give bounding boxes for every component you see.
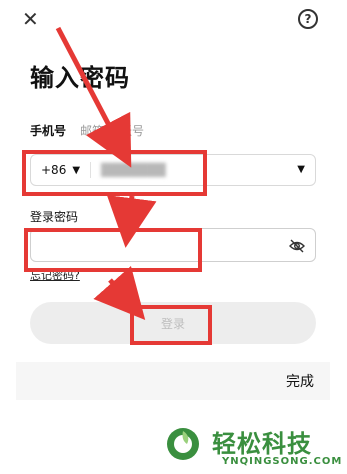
login-method-tabs: 手机号 邮箱/子账号: [30, 122, 144, 139]
watermark-domain: YNQINGSONG.COM: [222, 456, 343, 467]
brand-logo-icon: [167, 428, 199, 460]
password-label: 登录密码: [30, 210, 79, 224]
arrow-to-password: [106, 195, 157, 248]
done-button[interactable]: 完成: [286, 371, 314, 391]
annotation-box-phone: [22, 150, 207, 196]
watermark-brand: 轻松科技: [212, 430, 312, 458]
tab-phone[interactable]: 手机号: [30, 122, 66, 139]
eye-off-icon[interactable]: [289, 238, 305, 254]
keyboard-toolbar: 完成: [16, 362, 330, 400]
help-icon[interactable]: ?: [298, 9, 318, 29]
close-icon[interactable]: ✕: [22, 8, 44, 30]
dropdown-icon[interactable]: ▼: [297, 164, 305, 175]
page-title: 输入密码: [30, 64, 130, 92]
annotation-box-password: [24, 228, 202, 272]
tab-email-subaccount[interactable]: 邮箱/子账号: [80, 122, 144, 139]
annotation-box-login: [130, 305, 212, 345]
